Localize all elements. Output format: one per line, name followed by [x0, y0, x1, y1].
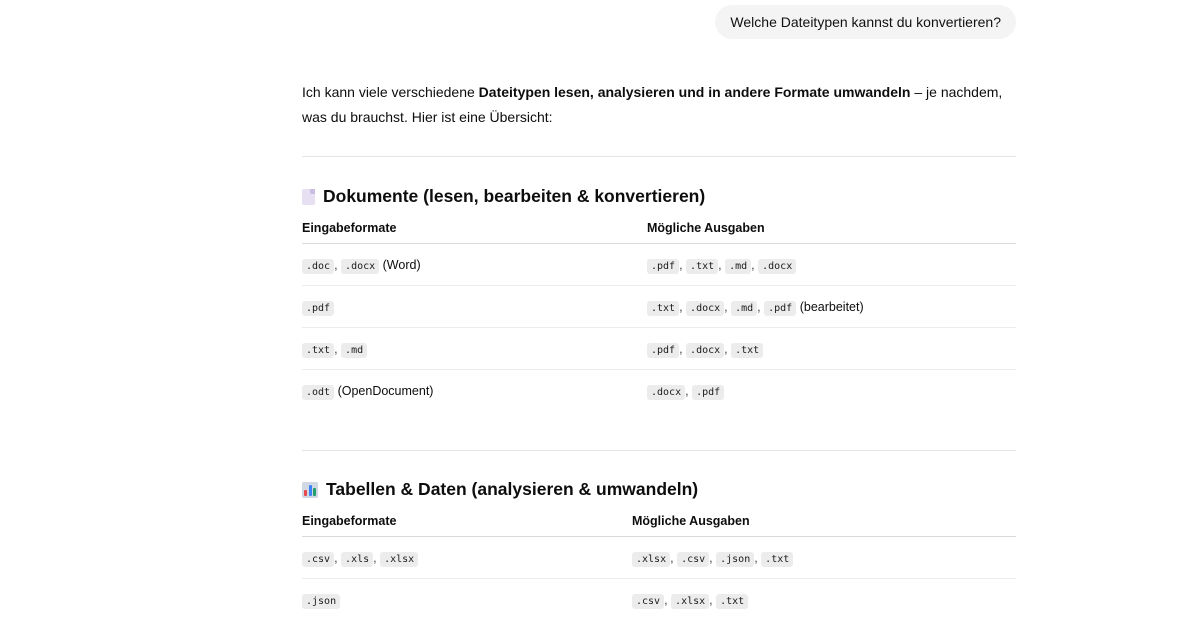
file-extension-code: .xls — [341, 551, 374, 567]
file-extension-code: .csv — [677, 551, 710, 567]
format-note: (bearbeitet) — [799, 299, 864, 314]
table-row: .doc, .docx (Word) .pdf, .txt, .md, .docx — [302, 243, 1016, 286]
column-header-output: Mögliche Ausgaben — [647, 220, 1016, 244]
table-row: .txt, .md .pdf, .docx, .txt — [302, 327, 1016, 370]
column-header-input: Eingabeformate — [302, 513, 632, 537]
file-extension-code: .txt — [302, 342, 335, 358]
input-formats-cell: .odt (OpenDocument) — [302, 370, 647, 412]
file-extension-code: .md — [725, 258, 752, 274]
output-formats-cell: .docx, .pdf — [647, 370, 1016, 412]
file-extension-code: .xlsx — [380, 551, 419, 567]
output-formats-cell: .pdf, .txt, .md, .docx — [647, 243, 1016, 286]
file-extension-code: .docx — [758, 258, 797, 274]
intro-text-1: Ich kann viele verschiedene — [302, 84, 479, 100]
table-row: .csv, .xls, .xlsx .xlsx, .csv, .json, .tx… — [302, 536, 1016, 579]
section-title-tables: Tabellen & Daten (analysieren & umwandel… — [302, 479, 698, 500]
file-extension-code: .pdf — [764, 300, 797, 316]
output-formats-cell: .pdf, .docx, .txt — [647, 327, 1016, 370]
file-extension-code: .pdf — [692, 384, 725, 400]
file-extension-code: .txt — [761, 551, 794, 567]
file-extension-code: .pdf — [302, 300, 335, 316]
section-title-text: Dokumente (lesen, bearbeiten & konvertie… — [323, 186, 706, 206]
user-message-text: Welche Dateitypen kannst du konvertieren… — [730, 14, 1001, 30]
file-extension-code: .docx — [341, 258, 380, 274]
input-formats-cell: .csv, .xls, .xlsx — [302, 536, 632, 579]
file-extension-code: .docx — [686, 300, 725, 316]
file-extension-code: .csv — [302, 551, 335, 567]
file-extension-code: .docx — [686, 342, 725, 358]
bar-chart-icon — [302, 481, 318, 498]
input-formats-cell: .pdf — [302, 285, 647, 328]
output-formats-cell: .txt, .docx, .md, .pdf (bearbeitet) — [647, 285, 1016, 328]
page-icon — [302, 188, 315, 205]
output-formats-cell: .xlsx, .csv, .json, .txt — [632, 536, 1016, 579]
table-row: .odt (OpenDocument) .docx, .pdf — [302, 370, 1016, 412]
input-formats-cell: .doc, .docx (Word) — [302, 243, 647, 286]
intro-paragraph: Ich kann viele verschiedene Dateitypen l… — [302, 80, 1016, 130]
table-row: .json .csv, .xlsx, .txt — [302, 579, 1016, 621]
file-extension-code: .xlsx — [632, 551, 671, 567]
input-formats-cell: .txt, .md — [302, 327, 647, 370]
section-title-documents: Dokumente (lesen, bearbeiten & konvertie… — [302, 186, 705, 207]
section-title-text: Tabellen & Daten (analysieren & umwandel… — [326, 479, 699, 499]
file-extension-code: .docx — [647, 384, 686, 400]
intro-bold: Dateitypen lesen, analysieren und in and… — [478, 84, 911, 100]
table-row: .pdf .txt, .docx, .md, .pdf (bearbeitet) — [302, 285, 1016, 328]
file-extension-code: .csv — [632, 593, 665, 609]
user-message-bubble: Welche Dateitypen kannst du konvertieren… — [715, 5, 1016, 39]
tables-data-table: Eingabeformate Mögliche Ausgaben .csv, .… — [302, 513, 1016, 621]
file-extension-code: .pdf — [647, 258, 680, 274]
column-header-input: Eingabeformate — [302, 220, 647, 244]
file-extension-code: .odt — [302, 384, 335, 400]
file-extension-code: .txt — [647, 300, 680, 316]
divider — [302, 156, 1016, 157]
file-extension-code: .md — [341, 342, 368, 358]
file-extension-code: .txt — [686, 258, 719, 274]
file-extension-code: .json — [302, 593, 341, 609]
input-formats-cell: .json — [302, 579, 632, 621]
file-extension-code: .txt — [731, 342, 764, 358]
format-note: (Word) — [382, 257, 421, 272]
documents-table: Eingabeformate Mögliche Ausgaben .doc, .… — [302, 220, 1016, 412]
file-extension-code: .pdf — [647, 342, 680, 358]
file-extension-code: .doc — [302, 258, 335, 274]
file-extension-code: .json — [716, 551, 755, 567]
format-note: (OpenDocument) — [337, 383, 434, 398]
file-extension-code: .xlsx — [671, 593, 710, 609]
output-formats-cell: .csv, .xlsx, .txt — [632, 579, 1016, 621]
divider — [302, 450, 1016, 451]
column-header-output: Mögliche Ausgaben — [632, 513, 1016, 537]
file-extension-code: .md — [731, 300, 758, 316]
file-extension-code: .txt — [716, 593, 749, 609]
